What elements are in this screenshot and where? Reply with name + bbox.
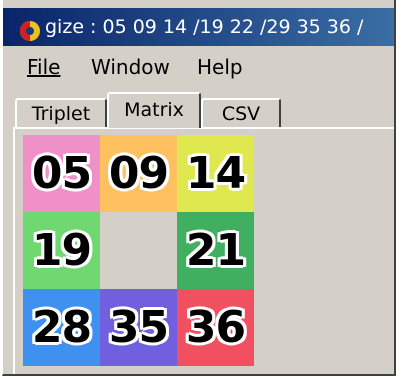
- tab-triplet-label: Triplet: [31, 103, 91, 125]
- menu-help-label: Help: [197, 55, 243, 79]
- window-title: gize : 05 09 14 /19 22 /29 35 36 /: [45, 16, 364, 38]
- menu-file-label: File: [27, 55, 61, 79]
- matrix-cell[interactable]: 28: [23, 289, 100, 366]
- menu-window-label: Window: [91, 55, 170, 79]
- matrix-cell[interactable]: 19: [23, 212, 100, 289]
- tab-matrix[interactable]: Matrix: [107, 92, 201, 128]
- app-window: gize : 05 09 14 /19 22 /29 35 36 / File …: [2, 0, 396, 376]
- menu-help[interactable]: Help: [193, 54, 247, 80]
- tab-strip: Triplet Matrix CSV: [13, 92, 393, 128]
- matrix-cell[interactable]: 14: [177, 135, 254, 212]
- menu-bar: File Window Help: [3, 50, 394, 84]
- tab-csv-label: CSV: [221, 103, 261, 125]
- matrix-cell[interactable]: 35: [100, 289, 177, 366]
- title-bar[interactable]: gize : 05 09 14 /19 22 /29 35 36 /: [3, 8, 394, 46]
- matrix-cell[interactable]: 36: [177, 289, 254, 366]
- menu-file[interactable]: File: [23, 54, 64, 80]
- tab-matrix-label: Matrix: [124, 99, 184, 121]
- number-matrix: 05 09 14 19 21 28 35 36: [23, 135, 254, 366]
- tab-triplet[interactable]: Triplet: [15, 98, 107, 128]
- app-logo-icon[interactable]: [19, 17, 41, 41]
- matrix-cell[interactable]: 21: [177, 212, 254, 289]
- menu-window[interactable]: Window: [87, 54, 174, 80]
- matrix-panel: 05 09 14 19 21 28 35 36: [13, 127, 394, 374]
- matrix-cell[interactable]: 05: [23, 135, 100, 212]
- matrix-cell-empty[interactable]: [100, 212, 177, 289]
- tab-csv[interactable]: CSV: [201, 98, 281, 128]
- matrix-cell[interactable]: 09: [100, 135, 177, 212]
